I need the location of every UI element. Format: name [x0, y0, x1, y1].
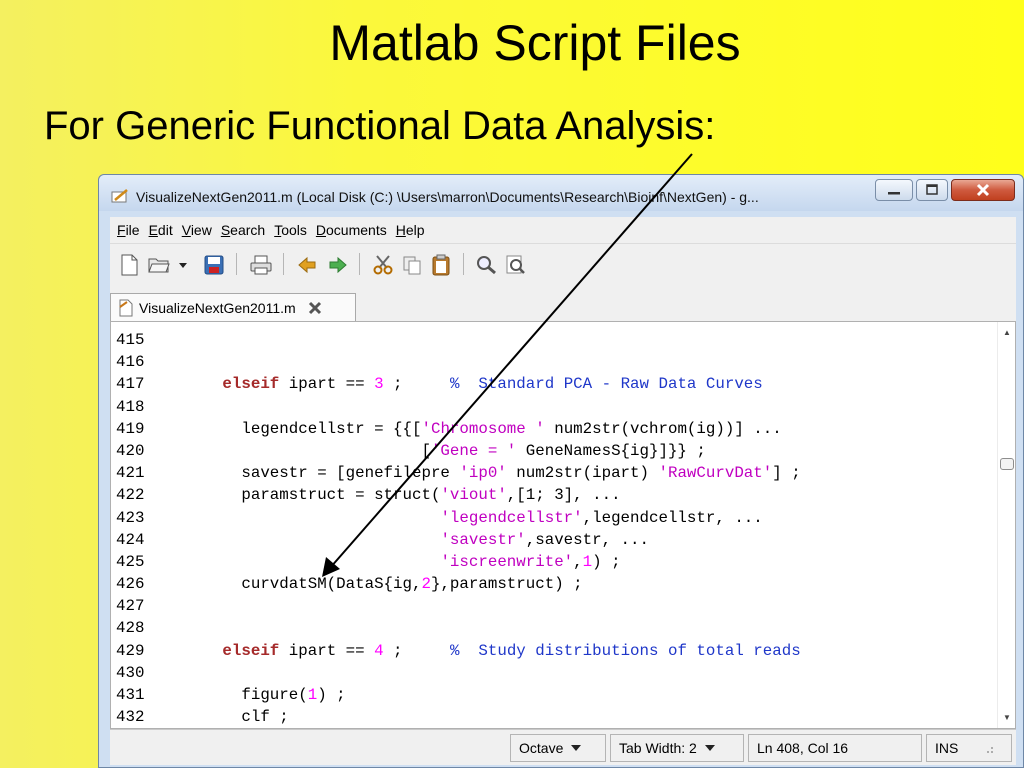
- annotation-arrow: [322, 153, 693, 577]
